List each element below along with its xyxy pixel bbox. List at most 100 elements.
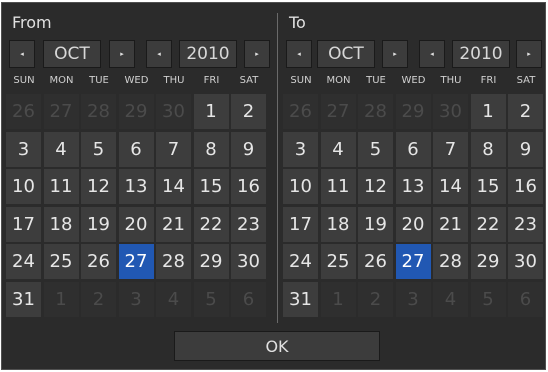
day-cell[interactable]: 22 <box>470 206 506 242</box>
day-cell[interactable]: 15 <box>470 169 506 204</box>
day-cell[interactable]: 18 <box>43 206 79 242</box>
day-cell[interactable]: 11 <box>320 169 356 204</box>
day-cell-other-month[interactable]: 6 <box>508 281 543 317</box>
to-month-field[interactable]: OCT <box>317 40 375 68</box>
day-cell[interactable]: 31 <box>283 281 318 317</box>
day-cell[interactable]: 4 <box>320 131 356 167</box>
weekday-label: FRI <box>480 75 497 86</box>
day-cell[interactable]: 15 <box>193 169 229 204</box>
day-cell[interactable]: 30 <box>508 244 543 279</box>
day-cell[interactable]: 17 <box>6 206 41 242</box>
day-cell[interactable]: 11 <box>43 169 79 204</box>
day-cell[interactable]: 18 <box>320 206 356 242</box>
day-cell-other-month[interactable]: 6 <box>231 281 266 317</box>
day-cell[interactable]: 8 <box>193 131 229 167</box>
day-cell[interactable]: 6 <box>395 131 431 167</box>
day-cell[interactable]: 2 <box>508 94 543 129</box>
day-cell-selected[interactable]: 27 <box>118 244 154 279</box>
day-cell[interactable]: 13 <box>118 169 154 204</box>
day-cell[interactable]: 13 <box>395 169 431 204</box>
day-cell-other-month[interactable]: 28 <box>358 94 393 129</box>
day-cell-other-month[interactable]: 3 <box>395 281 431 317</box>
day-cell-other-month[interactable]: 30 <box>156 94 191 129</box>
day-cell[interactable]: 10 <box>6 169 41 204</box>
day-cell[interactable]: 22 <box>193 206 229 242</box>
day-cell-other-month[interactable]: 27 <box>43 94 79 129</box>
day-cell-other-month[interactable]: 1 <box>320 281 356 317</box>
day-cell-other-month[interactable]: 5 <box>470 281 506 317</box>
day-cell[interactable]: 29 <box>193 244 229 279</box>
day-cell[interactable]: 20 <box>395 206 431 242</box>
day-cell[interactable]: 4 <box>43 131 79 167</box>
day-cell[interactable]: 19 <box>358 206 393 242</box>
from-next-year-button[interactable]: ▸ <box>244 40 270 68</box>
day-cell[interactable]: 16 <box>231 169 266 204</box>
day-cell[interactable]: 5 <box>81 131 116 167</box>
day-cell[interactable]: 7 <box>156 131 191 167</box>
to-next-month-button[interactable]: ▸ <box>382 40 408 68</box>
day-cell[interactable]: 8 <box>470 131 506 167</box>
day-cell[interactable]: 3 <box>6 131 41 167</box>
day-cell[interactable]: 24 <box>283 244 318 279</box>
day-cell[interactable]: 17 <box>283 206 318 242</box>
day-cell-other-month[interactable]: 5 <box>193 281 229 317</box>
day-cell[interactable]: 23 <box>231 206 266 242</box>
day-cell[interactable]: 19 <box>81 206 116 242</box>
day-cell[interactable]: 9 <box>508 131 543 167</box>
day-cell[interactable]: 24 <box>6 244 41 279</box>
day-cell[interactable]: 26 <box>81 244 116 279</box>
day-cell[interactable]: 2 <box>231 94 266 129</box>
from-month-field[interactable]: OCT <box>43 40 101 68</box>
day-cell[interactable]: 16 <box>508 169 543 204</box>
day-cell-other-month[interactable]: 2 <box>358 281 393 317</box>
day-cell-other-month[interactable]: 3 <box>118 281 154 317</box>
day-cell[interactable]: 28 <box>156 244 191 279</box>
day-cell[interactable]: 1 <box>470 94 506 129</box>
ok-button[interactable]: OK <box>174 331 380 361</box>
day-cell-other-month[interactable]: 30 <box>433 94 468 129</box>
day-cell[interactable]: 26 <box>358 244 393 279</box>
from-prev-year-button[interactable]: ◂ <box>146 40 172 68</box>
from-year-field[interactable]: 2010 <box>179 40 237 68</box>
day-cell-other-month[interactable]: 29 <box>395 94 431 129</box>
day-cell-other-month[interactable]: 1 <box>43 281 79 317</box>
day-cell[interactable]: 21 <box>433 206 468 242</box>
day-cell[interactable]: 6 <box>118 131 154 167</box>
day-cell[interactable]: 25 <box>43 244 79 279</box>
day-cell-other-month[interactable]: 4 <box>433 281 468 317</box>
day-cell[interactable]: 29 <box>470 244 506 279</box>
weekday-label: SUN <box>290 75 312 86</box>
day-cell-other-month[interactable]: 4 <box>156 281 191 317</box>
to-year-field[interactable]: 2010 <box>452 40 510 68</box>
day-cell[interactable]: 1 <box>193 94 229 129</box>
day-cell-other-month[interactable]: 29 <box>118 94 154 129</box>
day-cell[interactable]: 23 <box>508 206 543 242</box>
day-cell[interactable]: 30 <box>231 244 266 279</box>
to-prev-year-button[interactable]: ◂ <box>419 40 445 68</box>
day-cell-selected[interactable]: 27 <box>395 244 431 279</box>
day-cell[interactable]: 28 <box>433 244 468 279</box>
day-cell[interactable]: 7 <box>433 131 468 167</box>
day-cell[interactable]: 20 <box>118 206 154 242</box>
day-cell-other-month[interactable]: 26 <box>283 94 318 129</box>
day-cell-other-month[interactable]: 28 <box>81 94 116 129</box>
day-cell[interactable]: 10 <box>283 169 318 204</box>
from-next-month-button[interactable]: ▸ <box>109 40 135 68</box>
day-cell[interactable]: 3 <box>283 131 318 167</box>
day-cell[interactable]: 31 <box>6 281 41 317</box>
arrow-right-icon: ▸ <box>393 50 397 58</box>
from-prev-month-button[interactable]: ◂ <box>9 40 35 68</box>
day-cell-other-month[interactable]: 2 <box>81 281 116 317</box>
day-cell[interactable]: 5 <box>358 131 393 167</box>
day-cell[interactable]: 14 <box>156 169 191 204</box>
to-next-year-button[interactable]: ▸ <box>516 40 542 68</box>
day-cell[interactable]: 12 <box>358 169 393 204</box>
day-cell[interactable]: 25 <box>320 244 356 279</box>
day-cell[interactable]: 9 <box>231 131 266 167</box>
day-cell[interactable]: 14 <box>433 169 468 204</box>
day-cell-other-month[interactable]: 26 <box>6 94 41 129</box>
day-cell[interactable]: 12 <box>81 169 116 204</box>
day-cell-other-month[interactable]: 27 <box>320 94 356 129</box>
day-cell[interactable]: 21 <box>156 206 191 242</box>
to-prev-month-button[interactable]: ◂ <box>286 40 312 68</box>
